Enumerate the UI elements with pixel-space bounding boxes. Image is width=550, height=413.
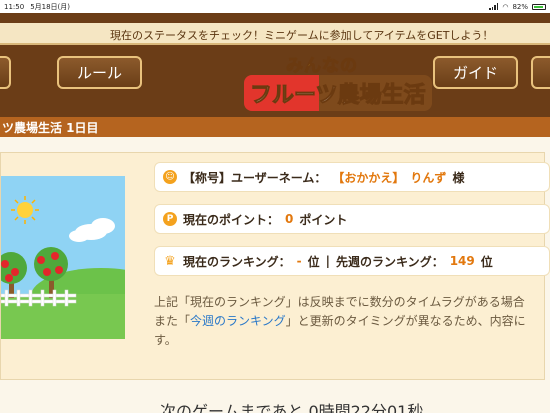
logo-top-text: みんなの — [286, 56, 358, 77]
day-title-bar: ツ農場生活 1日目 — [0, 117, 550, 137]
ranking-box: ♛ 現在のランキング： - 位 | 先週のランキング： 149 位 — [154, 246, 550, 276]
day-title: ツ農場生活 1日目 — [2, 120, 99, 135]
current-ranking-value: - — [296, 254, 302, 268]
site-header: 現在のステータスをチェック！ミニゲームに参加してアイテムをGETしよう！ ルール… — [0, 13, 550, 117]
site-logo[interactable]: みんなの フルーツ農場生活 — [238, 49, 432, 117]
note-line-3: す。 — [154, 333, 177, 347]
rules-button[interactable]: ルール — [57, 56, 142, 89]
tagline: 現在のステータスをチェック！ミニゲームに参加してアイテムをGETしよう！ — [110, 29, 494, 42]
points-label: 現在のポイント： — [183, 212, 280, 227]
points-box: P 現在のポイント： 0 ポイント — [154, 204, 550, 234]
points-icon: P — [163, 212, 177, 226]
note-line-1: 上記「現在のランキング」は反映までに数分のタイムラグがある場合 — [154, 295, 525, 309]
nav-button-right-partial[interactable] — [531, 56, 550, 89]
nav-button-left-partial[interactable] — [0, 56, 11, 89]
guide-button[interactable]: ガイド — [433, 56, 518, 89]
current-ranking-label: 現在のランキング： — [183, 254, 291, 269]
logo-main-text: フルーツ農場生活 — [244, 75, 432, 111]
points-value: 0 — [285, 212, 294, 226]
farm-illustration — [1, 176, 125, 339]
wifi-icon: ◠ — [502, 2, 509, 11]
status-date: 5月18日(月) — [30, 2, 71, 11]
smile-icon: ☺ — [163, 170, 177, 184]
ranking-note: 上記「現在のランキング」は反映までに数分のタイムラグがある場合 また「今週のラン… — [154, 293, 550, 350]
username: りんず — [410, 170, 447, 185]
ranking-separator: | — [325, 254, 331, 268]
points-unit: ポイント — [299, 212, 348, 227]
battery-icon — [532, 3, 546, 10]
profile-box: ☺ 【称号】ユーザーネーム： 【おかかえ】 りんず 様 — [154, 162, 550, 192]
note-line-2-prefix: また「 — [154, 314, 191, 328]
weekly-ranking-unit: 位 — [480, 254, 493, 269]
note-line-2: また「今週のランキング」と更新のタイミングが異なるため、内容に — [154, 312, 550, 331]
status-bar: 11:50 5月18日(月) ◠ 82% — [0, 0, 550, 13]
honorific: 様 — [452, 170, 465, 185]
weekly-ranking-link[interactable]: 今週のランキング — [190, 314, 286, 328]
current-ranking-unit: 位 — [307, 254, 320, 269]
status-battery-text: 82% — [512, 2, 528, 11]
note-line-2-suffix: 」と更新のタイミングが異なるため、内容に — [285, 314, 526, 328]
next-game-countdown: 次のゲームまであと 0時間22分01秒 — [160, 402, 424, 413]
title-value: 【おかかえ】 — [332, 170, 405, 185]
weekly-ranking-label: 先週のランキング： — [336, 254, 444, 269]
title-label: 【称号】ユーザーネーム： — [183, 170, 327, 185]
status-time: 11:50 — [4, 2, 25, 11]
crown-icon: ♛ — [164, 253, 176, 269]
signal-icon — [489, 3, 499, 10]
weekly-ranking-value: 149 — [449, 254, 475, 268]
